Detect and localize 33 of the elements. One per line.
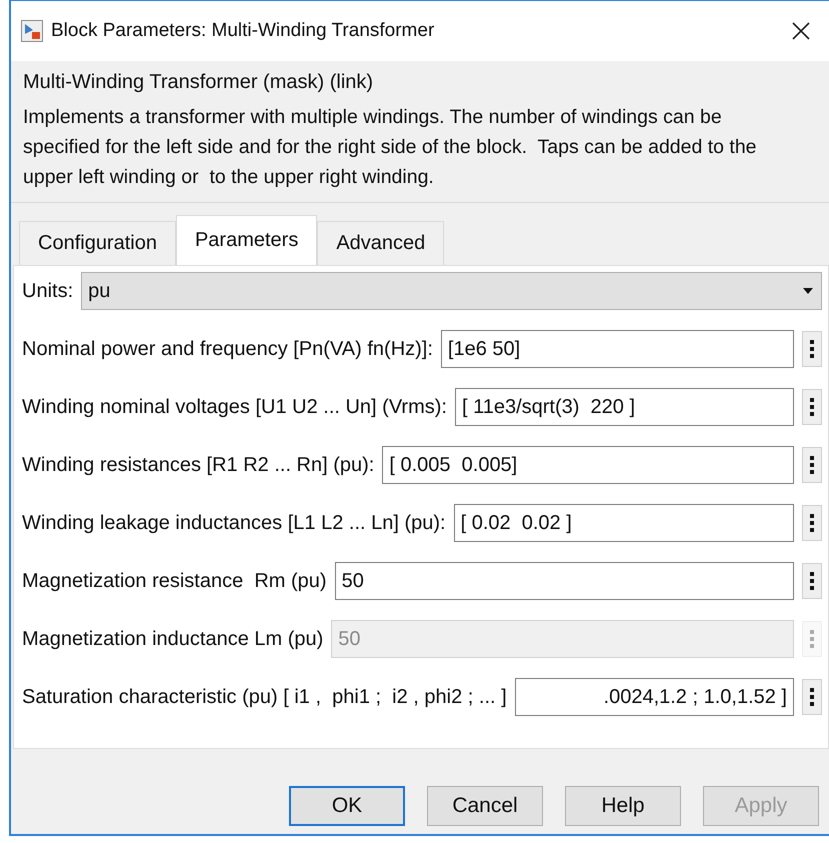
parameter-label: Nominal power and frequency [Pn(VA) fn(Hz)]: <box>22 338 433 360</box>
parameter-label: Saturation characteristic (pu) [ i1 , phi1 ; i2 , phi2 ; ... ] <box>22 686 507 708</box>
block-description: Implements a transformer with multiple windings. The number of windings can be specified for the left side and for the right side of the block. Taps can be added to the upper left winding or to the upper right winding. <box>23 105 758 190</box>
more-options-button[interactable] <box>802 389 822 425</box>
units-label: Units: <box>22 280 74 302</box>
block-icon <box>21 20 43 42</box>
parameter-field[interactable]: [ 0.005 0.005] <box>382 446 794 484</box>
more-options-button[interactable] <box>802 679 822 715</box>
parameter-label: Winding leakage inductances [L1 L2 ... Ln] (pu): <box>22 512 446 534</box>
window-title: Block Parameters: Multi-Winding Transformer <box>51 20 436 42</box>
more-options-button[interactable] <box>802 563 822 599</box>
more-options-button[interactable] <box>802 447 822 483</box>
parameter-label: Winding nominal voltages [U1 U2 ... Un] (Vrms): <box>22 396 447 418</box>
parameter-label: Magnetization resistance Rm (pu) <box>22 570 327 592</box>
dialog-button[interactable]: Cancel <box>427 786 543 826</box>
dialog-button[interactable]: OK <box>289 786 405 826</box>
more-options-button[interactable] <box>802 505 822 541</box>
close-icon <box>791 21 811 41</box>
parameter-label: Magnetization inductance Lm (pu) <box>22 628 324 650</box>
tab[interactable]: Advanced <box>317 221 444 265</box>
more-options-button[interactable] <box>802 331 822 367</box>
dropdown-arrow-icon <box>803 288 813 294</box>
parameter-field[interactable]: [1e6 50] <box>440 330 794 368</box>
group-title: Multi-Winding Transformer (mask) (link) <box>23 70 374 95</box>
parameter-field[interactable]: [ 11e3/sqrt(3) 220 ] <box>454 388 794 426</box>
parameter-field[interactable]: 50 <box>334 562 794 600</box>
units-dropdown[interactable]: pu <box>81 272 822 310</box>
parameter-field[interactable]: .0024,1.2 ; 1.0,1.52 ] <box>514 678 794 716</box>
tab[interactable]: Parameters <box>176 215 318 265</box>
parameter-label: Winding resistances [R1 R2 ... Rn] (pu): <box>22 454 374 476</box>
parameter-field[interactable]: [ 0.02 0.02 ] <box>454 504 794 542</box>
tab[interactable]: Configuration <box>19 221 176 265</box>
dialog-button[interactable]: Help <box>565 786 681 826</box>
